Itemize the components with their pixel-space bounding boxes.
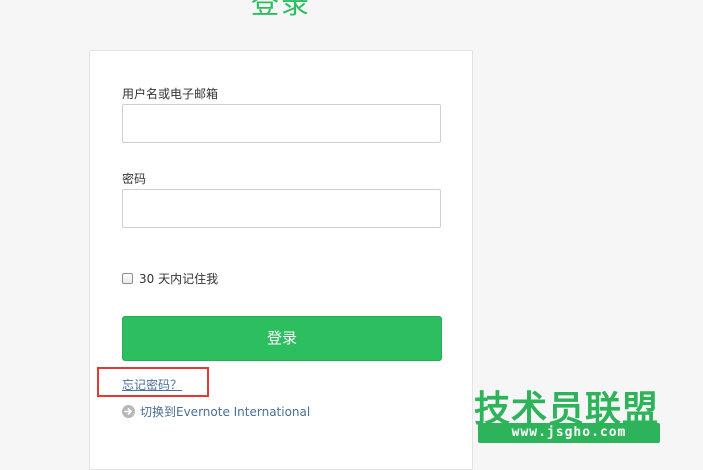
switch-region-label: 切换到Evernote International <box>140 405 311 419</box>
arrow-right-circle-icon <box>122 405 135 418</box>
remember-me-checkbox[interactable] <box>122 273 133 284</box>
remember-me-label: 30 天内记住我 <box>139 272 219 286</box>
watermark-logo: 技术员联盟 www.jsgho.com <box>474 383 664 447</box>
forgot-password-link[interactable]: 忘记密码？ <box>122 376 182 393</box>
switch-region-link[interactable]: 切换到Evernote International <box>122 403 310 420</box>
login-button[interactable]: 登录 <box>122 316 442 361</box>
watermark-url: www.jsgho.com <box>478 423 660 443</box>
username-input[interactable] <box>122 104 441 143</box>
password-input[interactable] <box>122 189 441 228</box>
remember-me-option[interactable]: 30 天内记住我 <box>122 270 218 287</box>
page-title: 登录 <box>251 0 312 20</box>
username-label: 用户名或电子邮箱 <box>122 87 219 101</box>
password-label: 密码 <box>122 172 147 186</box>
